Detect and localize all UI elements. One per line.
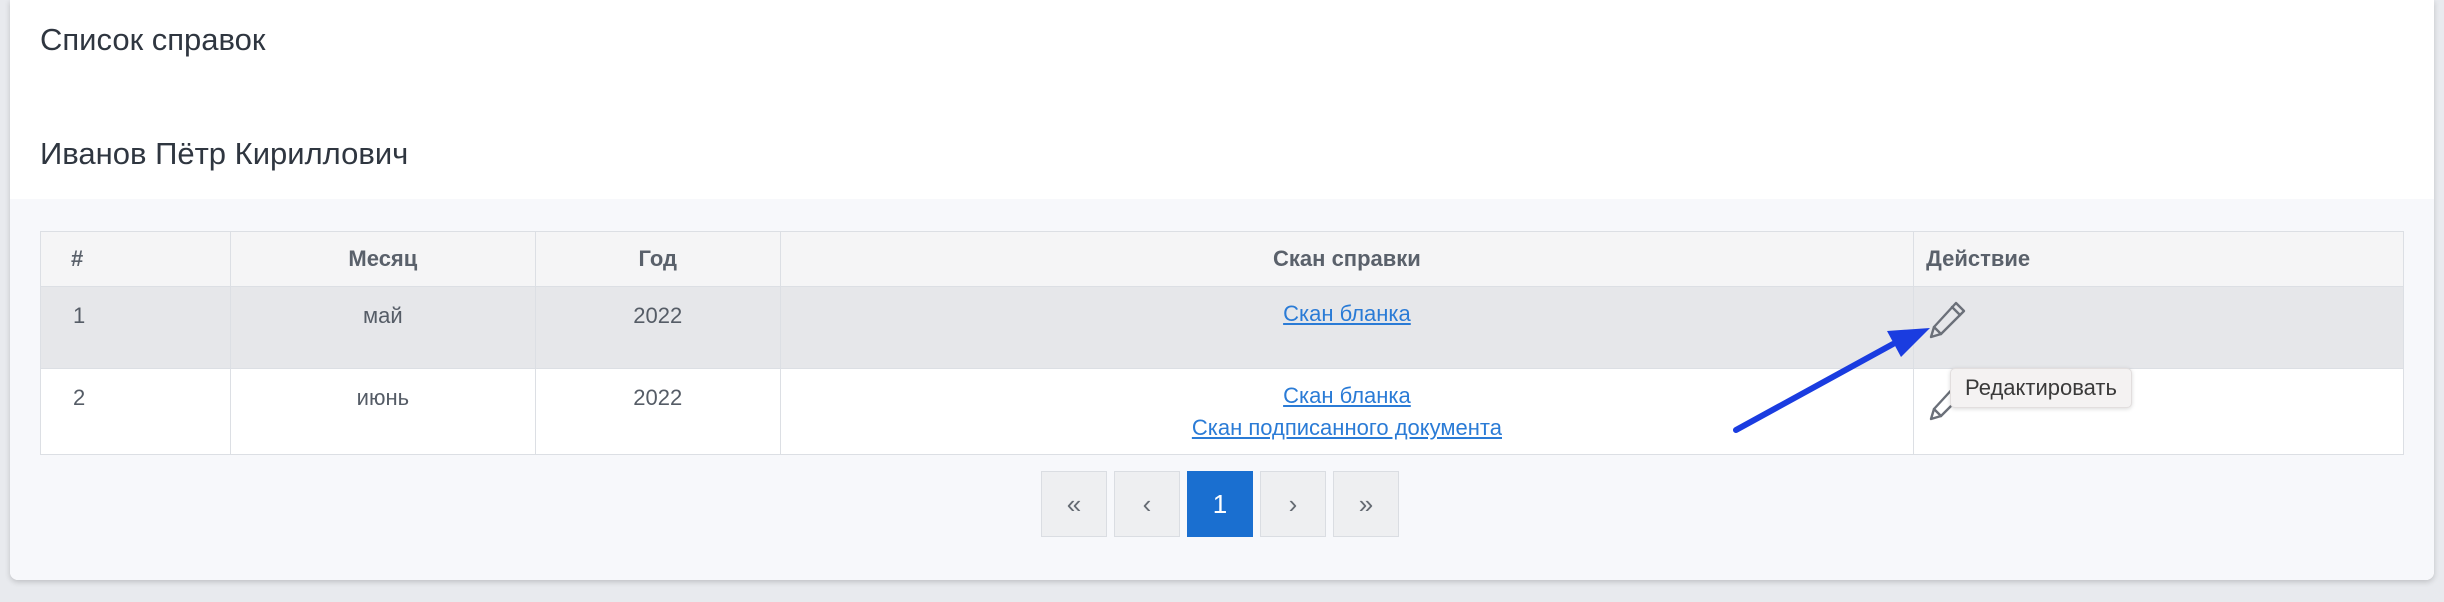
- row-number: 1: [40, 286, 231, 369]
- column-header-number: #: [40, 231, 231, 287]
- row-year: 2022: [534, 286, 781, 369]
- row-scans: Скан бланка: [779, 286, 1915, 369]
- references-table: # Месяц Год Скан справки Действие 1 май …: [40, 231, 2404, 455]
- scan-blank-link[interactable]: Скан бланка: [781, 380, 1913, 412]
- column-header-action: Действие: [1913, 231, 2404, 287]
- row-month: май: [229, 286, 536, 369]
- column-header-year: Год: [534, 231, 781, 287]
- row-year: 2022: [534, 368, 781, 455]
- table-header-row: # Месяц Год Скан справки Действие: [40, 231, 2404, 287]
- references-card: Список справок Иванов Пётр Кириллович # …: [10, 0, 2434, 580]
- scan-signed-document-link[interactable]: Скан подписанного документа: [781, 412, 1913, 444]
- pagination-last-button[interactable]: »: [1333, 471, 1399, 537]
- column-header-scan: Скан справки: [779, 231, 1915, 287]
- pagination-first-button[interactable]: «: [1041, 471, 1107, 537]
- pagination-next-button[interactable]: ›: [1260, 471, 1326, 537]
- scan-blank-link[interactable]: Скан бланка: [781, 298, 1913, 330]
- pencil-icon[interactable]: [1926, 297, 1970, 341]
- row-actions: [1913, 286, 2404, 369]
- pagination-prev-button[interactable]: ‹: [1114, 471, 1180, 537]
- table-row: 1 май 2022 Скан бланка: [40, 286, 2404, 369]
- column-header-month: Месяц: [229, 231, 536, 287]
- pagination-page-button[interactable]: 1: [1187, 471, 1253, 537]
- row-number: 2: [40, 368, 231, 455]
- person-name: Иванов Пётр Кириллович: [40, 136, 409, 171]
- edit-tooltip: Редактировать: [1950, 368, 2132, 408]
- row-scans: Скан бланка Скан подписанного документа: [779, 368, 1915, 455]
- page-title: Список справок: [40, 22, 266, 57]
- pagination: « ‹ 1 › »: [1041, 471, 1399, 537]
- row-month: июнь: [229, 368, 536, 455]
